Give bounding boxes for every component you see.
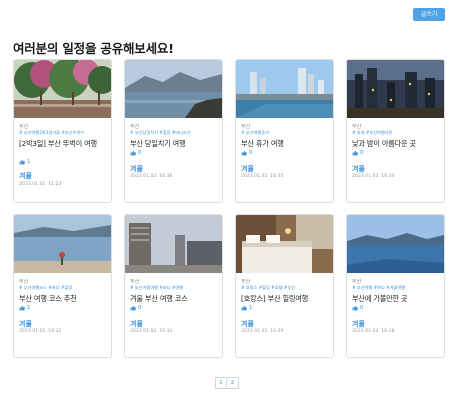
card-region: 부산: [352, 279, 362, 285]
card-likes[interactable]: 0: [352, 305, 364, 311]
card-tags[interactable]: # 부산여행 #바다 #겨울여행: [352, 285, 442, 291]
card-date: 2023.01.02. 16:36: [130, 174, 173, 179]
like-count: 0: [360, 150, 364, 156]
card-tags[interactable]: # 부산여행휴가: [241, 130, 331, 136]
schedule-card[interactable]: 부산 # 야경 #부산여행사진 낮과 밤이 아름다운 곳 0 겨울 2023.0…: [346, 59, 445, 203]
card-likes[interactable]: 0: [352, 150, 364, 156]
schedule-card[interactable]: 부산 # 부산여행휴가 부산 휴가 여행 0 겨울 2023.01.02. 16…: [235, 59, 334, 203]
card-tags[interactable]: # 호캉스 #힐링 #호텔 #부산: [241, 285, 331, 291]
card-season: 겨울: [19, 320, 32, 328]
thumbs-up-icon: [19, 159, 25, 165]
card-date: 2023.01.02. 11:23: [19, 182, 62, 187]
page-link-2[interactable]: 2: [227, 377, 239, 389]
card-thumbnail: [125, 60, 222, 118]
card-tags[interactable]: # 야경 #부산여행사진: [352, 130, 442, 136]
like-count: 1: [27, 305, 31, 311]
schedule-card[interactable]: 부산 # 부산여행코스 #바다 #힐링 부산 여행 코스 추천 1 겨울 202…: [13, 214, 112, 358]
card-title[interactable]: 부산 당일치기 여행: [130, 139, 220, 149]
like-count: 1: [27, 159, 31, 165]
card-season: 겨울: [19, 172, 32, 180]
card-date: 2023.01.02. 16:35: [241, 174, 284, 179]
card-title[interactable]: [2박3일] 부산 뚜벅이 여행: [19, 139, 109, 149]
card-season: 겨울: [241, 165, 254, 173]
like-count: 0: [138, 305, 142, 311]
pagination: 1 2: [215, 377, 239, 389]
card-title[interactable]: 부산 휴가 여행: [241, 139, 331, 149]
card-season: 겨울: [130, 320, 143, 328]
card-region: 부산: [19, 279, 29, 285]
schedule-card[interactable]: 부산 # 부산여행 #바다 #겨울여행 부산에 가볼만한 곳 0 겨울 2023…: [346, 214, 445, 358]
card-title[interactable]: 겨울 부산 여행 코스: [130, 294, 220, 304]
card-date: 2023.01.02. 16:32: [19, 329, 62, 334]
schedule-card[interactable]: 부산 # 부산여행2박3일가을 #부산뚜벅이 [2박3일] 부산 뚜벅이 여행 …: [13, 59, 112, 203]
card-season: 겨울: [130, 165, 143, 173]
card-title[interactable]: 낮과 밤이 아름다운 곳: [352, 139, 442, 149]
thumbs-up-icon: [130, 150, 136, 156]
like-count: 0: [249, 150, 253, 156]
card-region: 부산: [19, 124, 29, 130]
card-date: 2023.01.02. 16:31: [130, 329, 173, 334]
card-region: 부산: [130, 279, 140, 285]
card-likes[interactable]: 0: [130, 305, 142, 311]
card-thumbnail: [347, 60, 444, 118]
like-count: 0: [138, 150, 142, 156]
card-season: 겨울: [352, 320, 365, 328]
schedule-card[interactable]: 부산 # 부산당일치기 #힐링 #바다사진 부산 당일치기 여행 0 겨울 20…: [124, 59, 223, 203]
card-region: 부산: [352, 124, 362, 130]
thumbs-up-icon: [352, 305, 358, 311]
page-link-1[interactable]: 1: [215, 377, 227, 389]
card-season: 겨울: [352, 165, 365, 173]
card-tags[interactable]: # 부산당일치기 #힐링 #바다사진: [130, 130, 220, 136]
card-title[interactable]: 부산 여행 코스 추천: [19, 294, 109, 304]
card-tags[interactable]: # 부산여행코스 #바다 #힐링: [19, 285, 109, 291]
card-date: 2023.01.02. 16:34: [352, 174, 395, 179]
card-tags[interactable]: # 부산겨울여행 #바다 #여행: [130, 285, 220, 291]
card-season: 겨울: [241, 320, 254, 328]
card-likes[interactable]: 0: [241, 150, 253, 156]
card-thumbnail: [14, 60, 111, 118]
card-tags[interactable]: # 부산여행2박3일가을 #부산뚜벅이: [19, 130, 109, 136]
card-likes[interactable]: 1: [241, 305, 253, 311]
schedule-card[interactable]: 부산 # 호캉스 #힐링 #호텔 #부산 [호캉스] 부산 힐링여행 1 겨울 …: [235, 214, 334, 358]
card-region: 부산: [241, 279, 251, 285]
card-date: 2023.01.02. 16:29: [241, 329, 284, 334]
card-title[interactable]: 부산에 가볼만한 곳: [352, 294, 442, 304]
card-thumbnail: [347, 215, 444, 273]
thumbs-up-icon: [241, 150, 247, 156]
card-thumbnail: [236, 60, 333, 118]
like-count: 1: [249, 305, 253, 311]
card-region: 부산: [241, 124, 251, 130]
card-thumbnail: [14, 215, 111, 273]
card-date: 2023.01.02. 16:28: [352, 329, 395, 334]
card-region: 부산: [130, 124, 140, 130]
thumbs-up-icon: [130, 305, 136, 311]
card-thumbnail: [125, 215, 222, 273]
card-likes[interactable]: 1: [19, 305, 31, 311]
card-likes[interactable]: 0: [130, 150, 142, 156]
card-title[interactable]: [호캉스] 부산 힐링여행: [241, 294, 331, 304]
card-likes[interactable]: 1: [19, 159, 31, 165]
card-thumbnail: [236, 215, 333, 273]
schedule-card-grid: 부산 # 부산여행2박3일가을 #부산뚜벅이 [2박3일] 부산 뚜벅이 여행 …: [0, 0, 460, 410]
thumbs-up-icon: [19, 305, 25, 311]
like-count: 0: [360, 305, 364, 311]
thumbs-up-icon: [352, 150, 358, 156]
schedule-card[interactable]: 부산 # 부산겨울여행 #바다 #여행 겨울 부산 여행 코스 0 겨울 202…: [124, 214, 223, 358]
thumbs-up-icon: [241, 305, 247, 311]
